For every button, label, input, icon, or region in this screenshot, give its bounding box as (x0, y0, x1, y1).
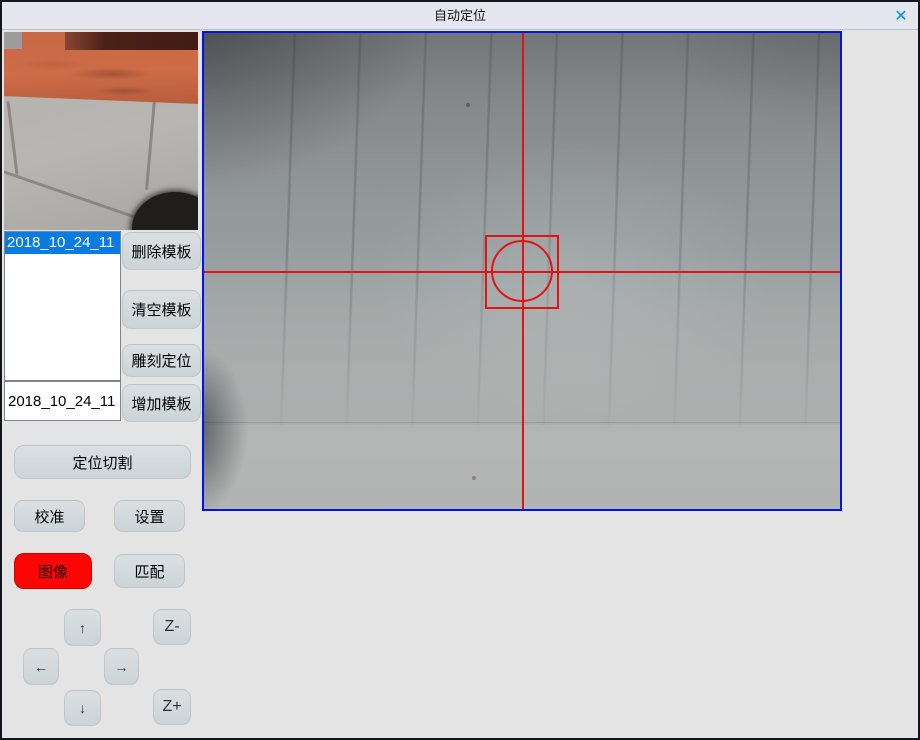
template-list[interactable]: 2018_10_24_11 (4, 231, 121, 381)
thumbnail-tile-line (7, 101, 18, 175)
engrave-locate-button[interactable]: 雕刻定位 (122, 344, 201, 377)
camera-view[interactable] (202, 31, 842, 511)
auto-locate-dialog: 自动定位 ✕ 2018_10_24_11 删除模板 清空模板 雕刻定位 增加模板… (0, 0, 920, 740)
thumbnail-gray-corner (4, 32, 22, 49)
arrow-up-icon: ↑ (79, 620, 86, 636)
add-template-button[interactable]: 增加模板 (122, 384, 201, 422)
jog-down-button[interactable]: ↓ (64, 690, 101, 726)
title-bar: 自动定位 ✕ (2, 2, 918, 30)
z-plus-button[interactable]: Z+ (153, 689, 191, 725)
jog-up-button[interactable]: ↑ (64, 609, 101, 646)
match-button[interactable]: 匹配 (114, 554, 185, 588)
locate-cut-button[interactable]: 定位切割 (14, 445, 191, 479)
settings-button[interactable]: 设置 (114, 500, 185, 532)
thumbnail-dark-object (132, 192, 198, 230)
template-thumbnail-image (4, 32, 198, 230)
arrow-left-icon: ← (34, 659, 48, 675)
thumbnail-dark-band (65, 32, 198, 50)
jog-left-button[interactable]: ← (23, 648, 59, 685)
arrow-right-icon: → (115, 659, 129, 675)
camera-speck (466, 103, 470, 107)
close-button[interactable]: ✕ (888, 2, 914, 30)
calibrate-button[interactable]: 校准 (14, 500, 85, 532)
delete-template-button[interactable]: 删除模板 (122, 232, 201, 270)
clear-templates-button[interactable]: 清空模板 (122, 290, 201, 329)
close-icon: ✕ (894, 6, 907, 26)
arrow-down-icon: ↓ (79, 700, 86, 716)
thumbnail-tile-line (4, 169, 151, 223)
target-circle-marker (491, 240, 553, 302)
thumbnail-tile-line (145, 100, 155, 190)
jog-right-button[interactable]: → (104, 648, 139, 685)
z-minus-button[interactable]: Z- (153, 609, 191, 645)
template-list-item-selected[interactable]: 2018_10_24_11 (5, 232, 120, 254)
dialog-title: 自动定位 (2, 2, 918, 30)
camera-speck (472, 476, 476, 480)
template-name-input[interactable] (4, 381, 121, 421)
image-button-active[interactable]: 图像 (14, 553, 92, 589)
